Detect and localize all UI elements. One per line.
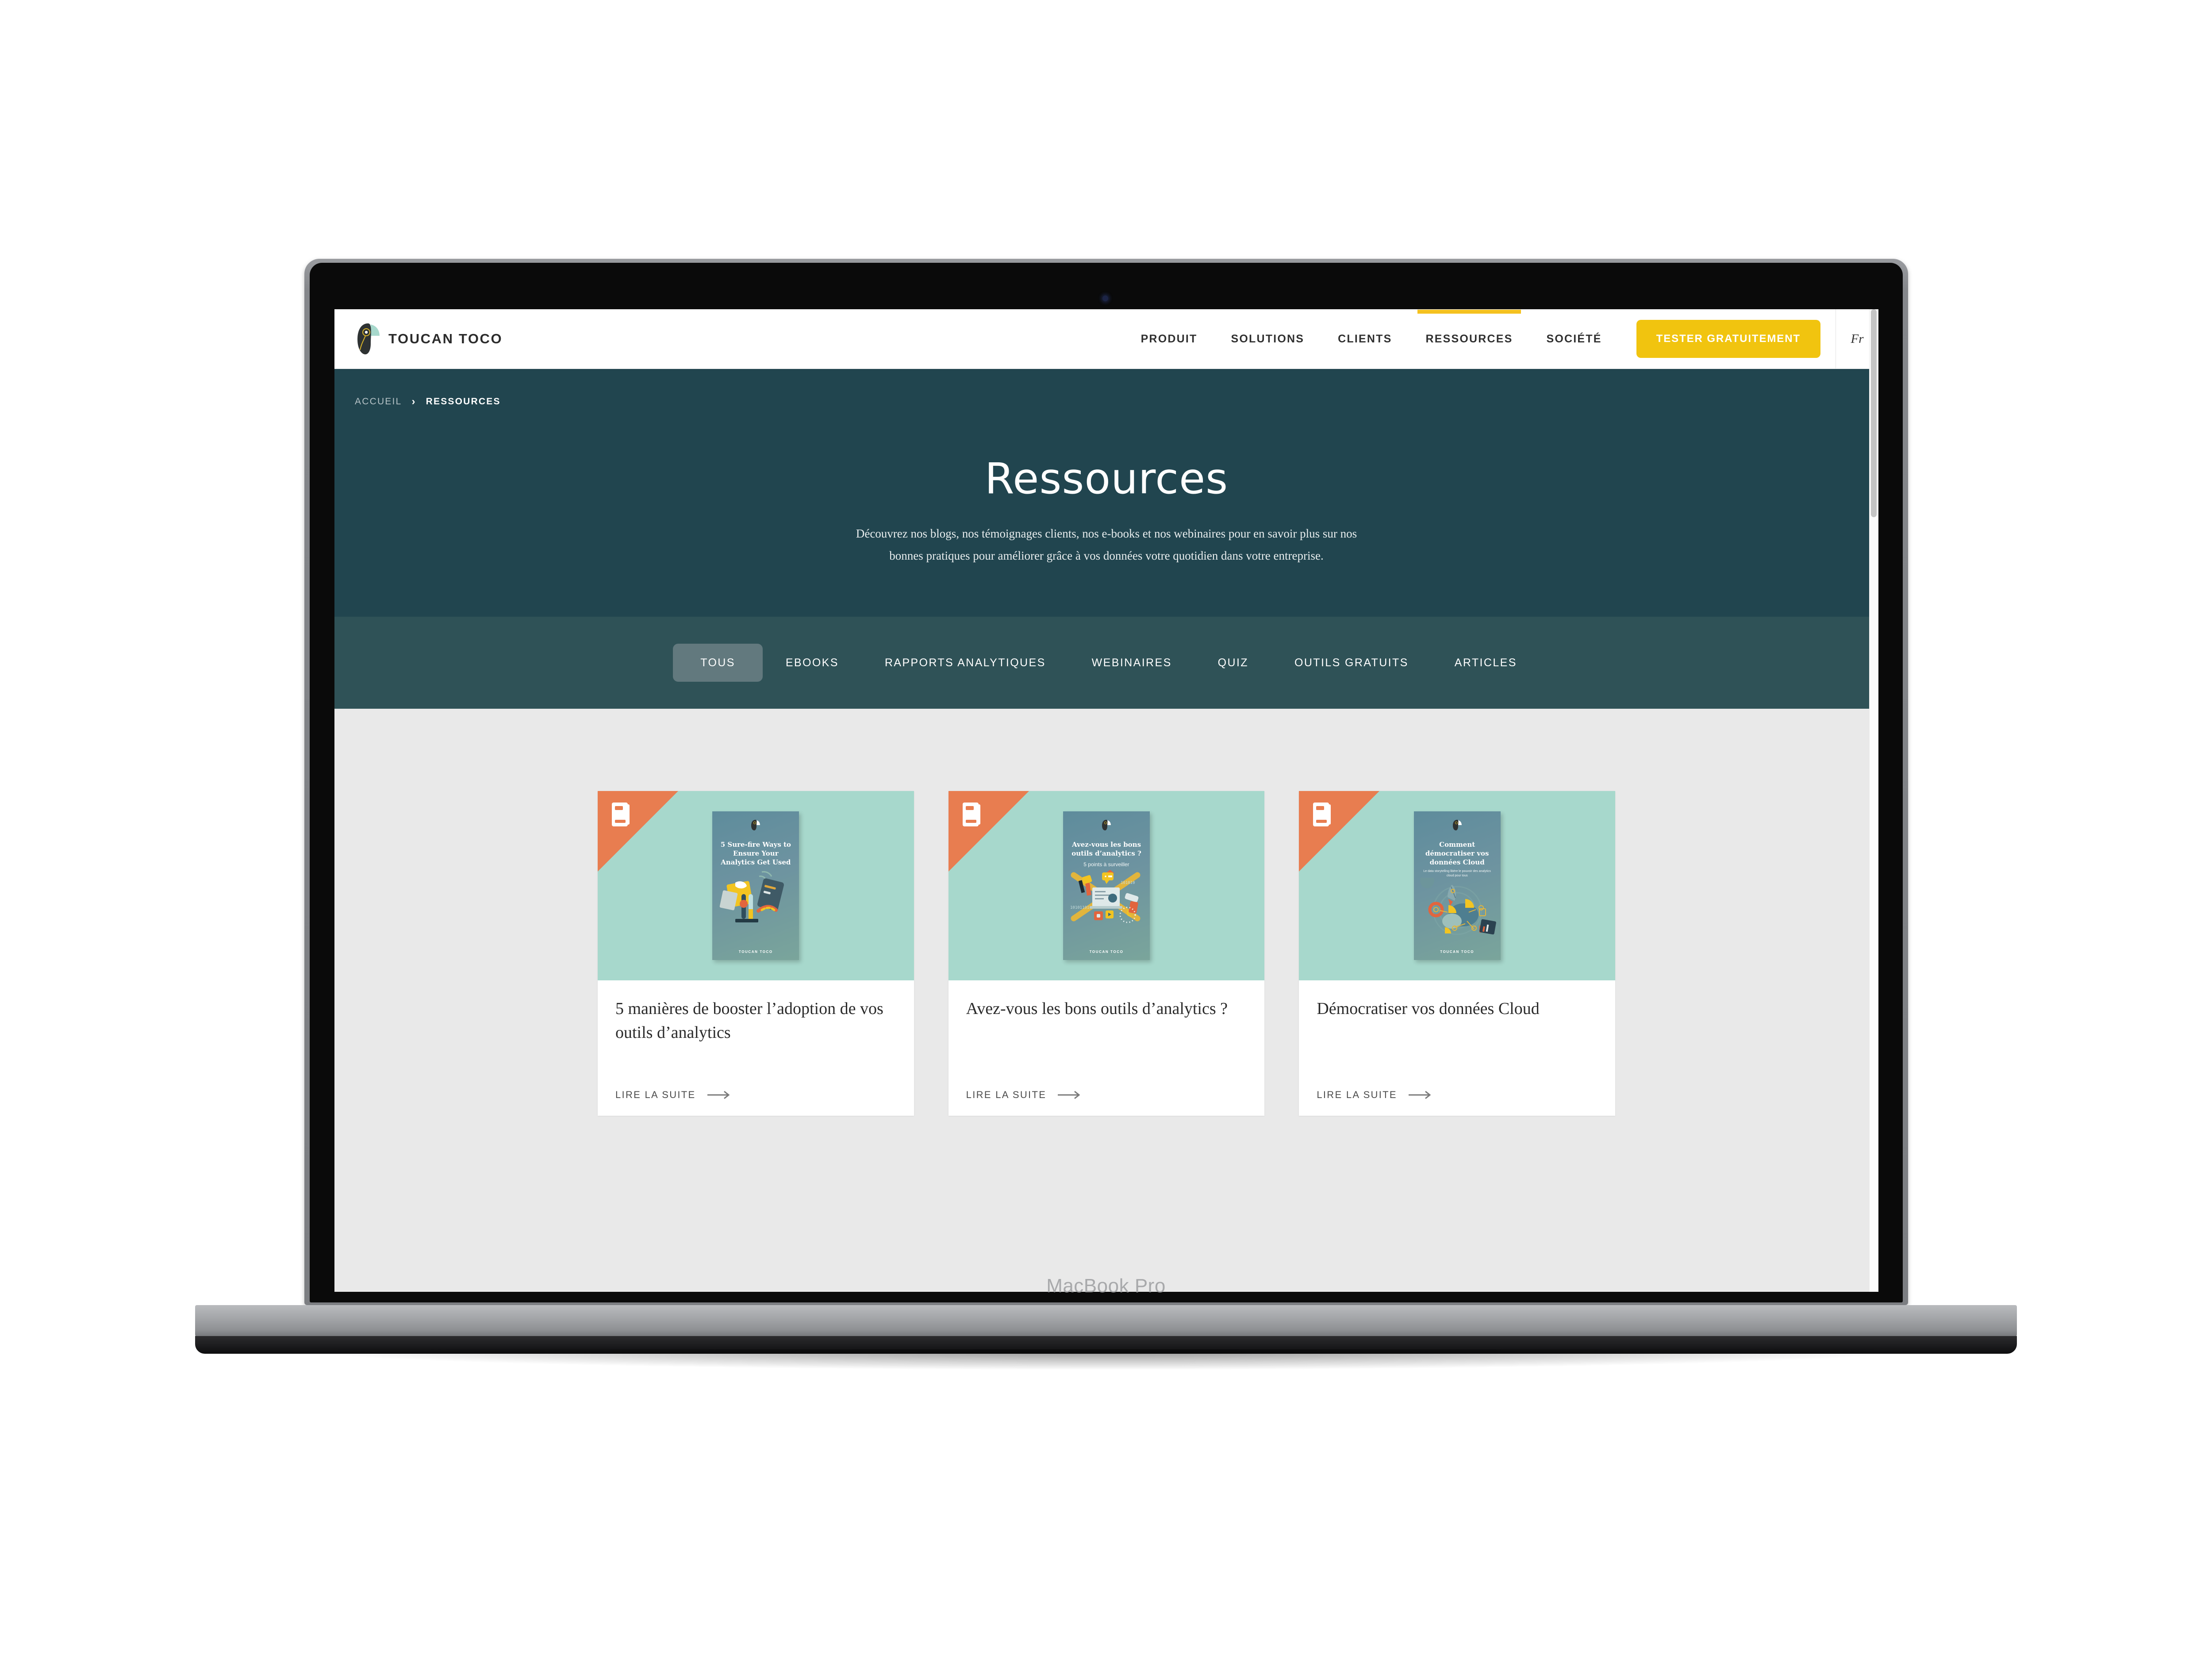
vertical-scrollbar[interactable] [1869,309,1878,1292]
cover-subtitle: Le data storytelling libère le pouvoir d… [1423,870,1491,877]
device-label: MacBook Pro [1046,1275,1166,1297]
cover-illustration [712,867,799,950]
card-title: Démocratiser vos données Cloud [1317,999,1540,1018]
card-body: 5 manières de booster l’adoption de vos … [598,980,914,1116]
badge-corner [1299,791,1380,872]
ebook-icon [1312,802,1332,827]
filter-bar: TOUS EBOOKS RAPPORTS ANALYTIQUES WEBINAI… [334,617,1878,709]
card-thumbnail: 5 Sure-fire Ways to Ensure Your Analytic… [598,791,914,980]
website-page: TOUCAN TOCO PRODUIT SOLUTIONS CLIENTS RE… [334,309,1878,1292]
cover-brand: TOUCAN TOCO [738,950,773,954]
laptop-base [195,1305,2017,1339]
logo[interactable]: TOUCAN TOCO [355,323,503,355]
card-body: Avez-vous les bons outils d’analytics ? … [949,980,1265,1116]
cover-subtitle: 5 points à surveiller [1083,861,1129,868]
resource-grid: 5 Sure-fire Ways to Ensure Your Analytic… [598,791,1616,1116]
filter-tab-tous[interactable]: TOUS [673,644,763,682]
badge-corner [948,791,1029,872]
scrollbar-thumb[interactable] [1871,309,1877,517]
site-navbar: TOUCAN TOCO PRODUIT SOLUTIONS CLIENTS RE… [334,309,1878,369]
card-read-more-label: LIRE LA SUITE [615,1089,696,1100]
badge-corner [598,791,678,872]
toucan-mini-icon [1452,819,1463,831]
ebook-cover: 5 Sure-fire Ways to Ensure Your Analytic… [712,811,799,960]
cover-title: Avez-vous les bons outils d’analytics ? [1071,841,1141,857]
nav-item-solutions[interactable]: SOLUTIONS [1214,310,1321,369]
nav-links: PRODUIT SOLUTIONS CLIENTS RESSOURCES SOC… [1124,309,1619,369]
filter-tab-ebooks[interactable]: EBOOKS [763,644,862,682]
card-read-more-label: LIRE LA SUITE [1317,1089,1397,1100]
arrow-right-icon [1058,1091,1083,1099]
breadcrumb-current: RESSOURCES [426,396,501,407]
ebook-cover: Avez-vous les bons outils d’analytics ? … [1063,811,1150,960]
toucan-logo-icon [355,323,382,355]
card-title: 5 manières de booster l’adoption de vos … [615,999,883,1042]
card-thumbnail: Avez-vous les bons outils d’analytics ? … [948,791,1265,980]
card-read-more-link[interactable]: LIRE LA SUITE [615,1069,896,1116]
breadcrumb-home[interactable]: ACCUEIL [355,396,402,407]
camera-dot-icon [1102,296,1108,301]
chevron-right-icon: › [411,396,416,407]
nav-item-ressources[interactable]: RESSOURCES [1409,309,1529,369]
arrow-right-icon [707,1091,732,1099]
arrow-right-icon [1408,1091,1433,1099]
ebook-cover: Comment démocratiser vos données Cloud L… [1413,811,1501,960]
device-shadow [310,1349,1902,1370]
svg-text:101010: 101010 [1121,881,1135,885]
cover-brand: TOUCAN TOCO [1089,950,1124,954]
card-body: Démocratiser vos données Cloud LIRE LA S… [1299,980,1615,1116]
page-subtitle: Découvrez nos blogs, nos témoignages cli… [856,527,1357,562]
toucan-mini-icon [1101,819,1112,831]
browser-viewport: TOUCAN TOCO PRODUIT SOLUTIONS CLIENTS RE… [334,309,1878,1292]
breadcrumb: ACCUEIL › RESSOURCES [355,396,501,408]
cover-illustration [1414,872,1501,950]
resource-grid-section: 5 Sure-fire Ways to Ensure Your Analytic… [334,709,1878,1116]
card-thumbnail: Comment démocratiser vos données Cloud L… [1299,791,1616,980]
card-title: Avez-vous les bons outils d’analytics ? [966,999,1228,1018]
resource-card[interactable]: Avez-vous les bons outils d’analytics ? … [948,791,1265,1116]
card-read-more-link[interactable]: LIRE LA SUITE [1317,1069,1598,1116]
hero-section: ACCUEIL › RESSOURCES Ressources Découvre… [334,369,1878,617]
logo-text: TOUCAN TOCO [388,331,503,346]
nav-item-produit[interactable]: PRODUIT [1124,310,1214,369]
cover-title: Comment démocratiser vos données Cloud [1425,841,1489,866]
card-read-more-label: LIRE LA SUITE [966,1089,1047,1100]
ebook-icon [962,802,981,827]
page-title: Ressources [984,454,1229,503]
svg-text:10101101: 10101101 [1070,906,1089,910]
filter-tab-articles[interactable]: ARTICLES [1432,644,1540,682]
cover-illustration: 10101101 101010 [1063,868,1150,950]
nav-item-clients[interactable]: CLIENTS [1321,310,1409,369]
resource-card[interactable]: 5 Sure-fire Ways to Ensure Your Analytic… [598,791,914,1116]
filter-tab-quiz[interactable]: QUIZ [1195,644,1271,682]
filter-tab-rapports-analytiques[interactable]: RAPPORTS ANALYTIQUES [862,644,1069,682]
nav-item-societe[interactable]: SOCIÉTÉ [1530,310,1619,369]
cover-brand: TOUCAN TOCO [1440,950,1475,954]
trial-cta-button[interactable]: TESTER GRATUITEMENT [1636,320,1820,358]
filter-tab-webinaires[interactable]: WEBINAIRES [1069,644,1195,682]
card-read-more-link[interactable]: LIRE LA SUITE [966,1069,1247,1116]
resource-card[interactable]: Comment démocratiser vos données Cloud L… [1299,791,1616,1116]
toucan-mini-icon [750,819,761,831]
ebook-icon [611,802,630,827]
macbook-mockup: TOUCAN TOCO PRODUIT SOLUTIONS CLIENTS RE… [0,0,2212,1659]
filter-tab-outils-gratuits[interactable]: OUTILS GRATUITS [1271,644,1432,682]
cover-title: 5 Sure-fire Ways to Ensure Your Analytic… [720,841,791,866]
